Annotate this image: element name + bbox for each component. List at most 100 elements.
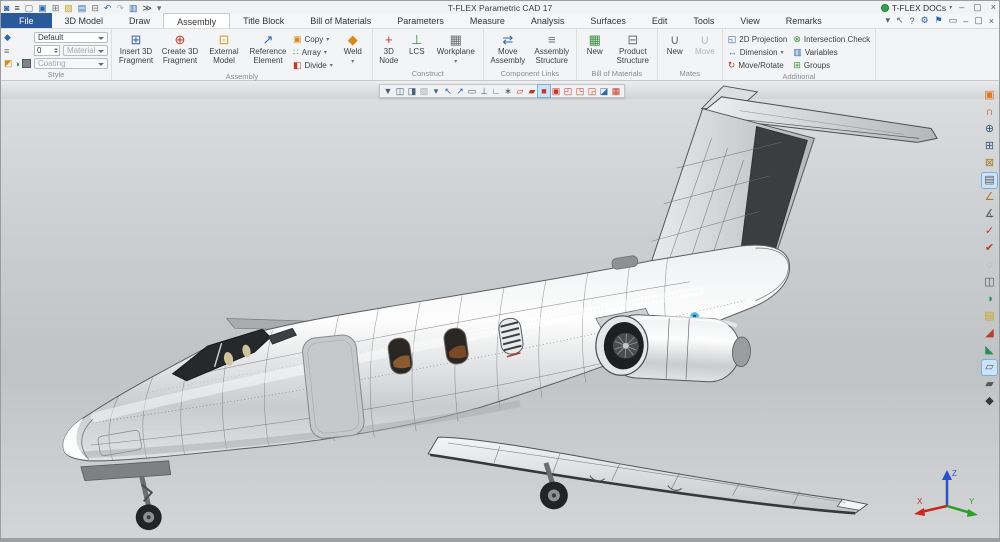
ribbon-options-icon[interactable]: ▾ <box>885 15 890 26</box>
divide-button[interactable]: ◧ Divide ▾ <box>291 59 335 71</box>
save-icon[interactable]: ▤ <box>78 2 87 14</box>
mixed-filter-icon[interactable]: ◪ <box>598 85 610 97</box>
app-logo-icon[interactable]: ◙ <box>4 2 9 14</box>
workplane-button[interactable]: ▦ Workplane ▾ <box>432 31 480 65</box>
snap-icon[interactable]: ∗ <box>502 85 514 97</box>
create-3d-fragment-button[interactable]: ⊕ Create 3D Fragment <box>159 31 201 66</box>
new-3d-document-icon[interactable]: ▣ <box>38 2 47 14</box>
move-plane-icon[interactable]: ▰ <box>982 377 997 392</box>
window-icon[interactable]: ⊞ <box>52 2 60 14</box>
qat-customize-icon[interactable]: ▾ <box>157 2 162 14</box>
restore-button[interactable]: ▢ <box>973 2 982 13</box>
reference-element-button[interactable]: ↗ Reference Element <box>247 31 289 66</box>
viewport-3d[interactable]: ▼ ◫ ◨ ▨ ▾ ↖ ↗ ▭ ⊥ ∟ ∗ ▱ ▰ ■ ▣ ◰ ◳ ◲ ◪ ▦ … <box>1 81 999 538</box>
tab-surfaces[interactable]: Surfaces <box>577 13 639 28</box>
insert-3d-fragment-button[interactable]: ⊞ Insert 3D Fragment <box>115 31 157 66</box>
filter-faces-icon[interactable]: ◨ <box>406 85 418 97</box>
material-ball-icon[interactable]: ◑ <box>15 59 20 69</box>
bom-new-button[interactable]: ▦ New <box>580 31 610 57</box>
fragment-filter-icon[interactable]: ▱ <box>514 85 526 97</box>
gear-icon[interactable]: ⚙ <box>921 15 929 26</box>
undo-icon[interactable]: ↶ <box>104 2 112 14</box>
color-swatch[interactable] <box>22 59 31 68</box>
tab-tools[interactable]: Tools <box>680 13 727 28</box>
mates-new-button[interactable]: ∪ New <box>661 31 689 57</box>
copy-button[interactable]: ▣ Copy ▾ <box>291 33 335 45</box>
macros-icon[interactable]: ≫ <box>142 2 151 14</box>
tab-assembly[interactable]: Assembly <box>163 13 230 28</box>
layer-number-input[interactable]: 0 <box>34 45 60 56</box>
window-select-icon[interactable]: ▭ <box>466 85 478 97</box>
tab-parameters[interactable]: Parameters <box>384 13 457 28</box>
tab-analysis[interactable]: Analysis <box>518 13 578 28</box>
screen-icon[interactable]: ▭ <box>949 15 958 26</box>
check-elements-icon[interactable]: ✔ <box>982 241 997 256</box>
intersection-check-button[interactable]: ⊗ Intersection Check <box>791 33 872 45</box>
open-icon[interactable]: ▨ <box>64 2 73 14</box>
document-restore-icon[interactable]: ▢ <box>974 15 983 26</box>
dimension-button[interactable]: ↔ Dimension ▾ <box>726 46 790 58</box>
array-button[interactable]: ∷ Array ▾ <box>291 46 335 58</box>
vertex-filter-icon[interactable]: ◲ <box>586 85 598 97</box>
tflex-docs-button[interactable]: T-FLEX DOCs ▾ <box>881 3 952 13</box>
product-structure-button[interactable]: ⊟ Product Structure <box>612 31 654 66</box>
2d-projection-button[interactable]: ◱ 2D Projection <box>726 33 790 45</box>
hide-element-icon[interactable]: ◆ <box>982 394 997 409</box>
zoom-in-icon[interactable]: ⊕ <box>982 122 997 137</box>
preview-icon[interactable]: ▥ <box>129 2 138 14</box>
paint-icon[interactable]: ◩ <box>4 58 13 69</box>
clip-plane-icon[interactable]: ▱ <box>982 360 997 375</box>
ruler-icon[interactable]: ▤ <box>982 173 997 188</box>
weld-button[interactable]: ◆ Weld ▾ <box>337 31 369 65</box>
tab-title-block[interactable]: Title Block <box>230 13 297 28</box>
check-element-icon[interactable]: ✓ <box>982 224 997 239</box>
minimize-button[interactable]: – <box>959 2 964 13</box>
tab-bill-of-materials[interactable]: Bill of Materials <box>297 13 384 28</box>
groups-button[interactable]: ⊞ Groups <box>791 59 872 71</box>
select-3d-icon[interactable]: ↖ <box>442 85 454 97</box>
style-select[interactable]: Default <box>34 32 108 43</box>
3d-node-button[interactable]: + 3D Node <box>376 31 402 66</box>
sheet-filter-icon[interactable]: ▣ <box>550 85 562 97</box>
measure-angle-icon[interactable]: ∠ <box>982 190 997 205</box>
body-filter-icon[interactable]: ▰ <box>526 85 538 97</box>
tab-edit[interactable]: Edit <box>639 13 681 28</box>
filter-solids-icon[interactable]: ◫ <box>394 85 406 97</box>
sketch-icon[interactable]: ◢ <box>982 326 997 341</box>
material-select[interactable]: Material <box>63 45 108 56</box>
coating-select[interactable]: Coating <box>34 58 108 69</box>
solid-filter-icon[interactable]: ■ <box>538 85 550 97</box>
document-minimize-icon[interactable]: – <box>963 16 968 26</box>
zoom-all-icon[interactable]: ⊠ <box>982 156 997 171</box>
assembly-structure-button[interactable]: ≡ Assembly Structure <box>531 31 573 66</box>
external-model-button[interactable]: ⊡ External Model <box>203 31 245 66</box>
move-rotate-button[interactable]: ↻ Move/Rotate <box>726 59 790 71</box>
node-select-icon[interactable]: ∟ <box>490 85 502 97</box>
tab-file[interactable]: File <box>1 13 52 28</box>
redo-icon[interactable]: ↷ <box>116 2 124 14</box>
fullscreen-icon[interactable]: ▣ <box>982 88 997 103</box>
filter-muted-icon[interactable]: ▨ <box>418 85 430 97</box>
flag-icon[interactable]: ⚑ <box>935 15 943 26</box>
measure-distance-icon[interactable]: ∡ <box>982 207 997 222</box>
material-view-icon[interactable]: ◣ <box>982 343 997 358</box>
new-file-icon[interactable]: ▢ <box>25 2 34 14</box>
jet-3d-model[interactable] <box>1 81 999 538</box>
magnet-icon[interactable]: ∩ <box>982 105 997 120</box>
tab-remarks[interactable]: Remarks <box>773 13 835 28</box>
document-close-icon[interactable]: × <box>989 16 994 26</box>
menu-icon[interactable]: ≡ <box>14 2 19 14</box>
variables-button[interactable]: ▥ Variables <box>791 46 872 58</box>
move-assembly-button[interactable]: ⇄ Move Assembly <box>487 31 529 66</box>
lcs-button[interactable]: ⊥ LCS <box>404 31 430 57</box>
tab-draw[interactable]: Draw <box>116 13 163 28</box>
filter-more-icon[interactable]: ▾ <box>430 85 442 97</box>
face-filter-icon[interactable]: ◰ <box>562 85 574 97</box>
edge-filter-icon[interactable]: ◳ <box>574 85 586 97</box>
group-filter-icon[interactable]: ▦ <box>610 85 622 97</box>
zoom-window-icon[interactable]: ⊞ <box>982 139 997 154</box>
select-cursor-icon[interactable]: ↖ <box>896 15 904 26</box>
print-icon[interactable]: ⊟ <box>91 2 99 14</box>
notes-icon[interactable]: ▤ <box>982 309 997 324</box>
layer-spinner[interactable] <box>54 46 58 55</box>
